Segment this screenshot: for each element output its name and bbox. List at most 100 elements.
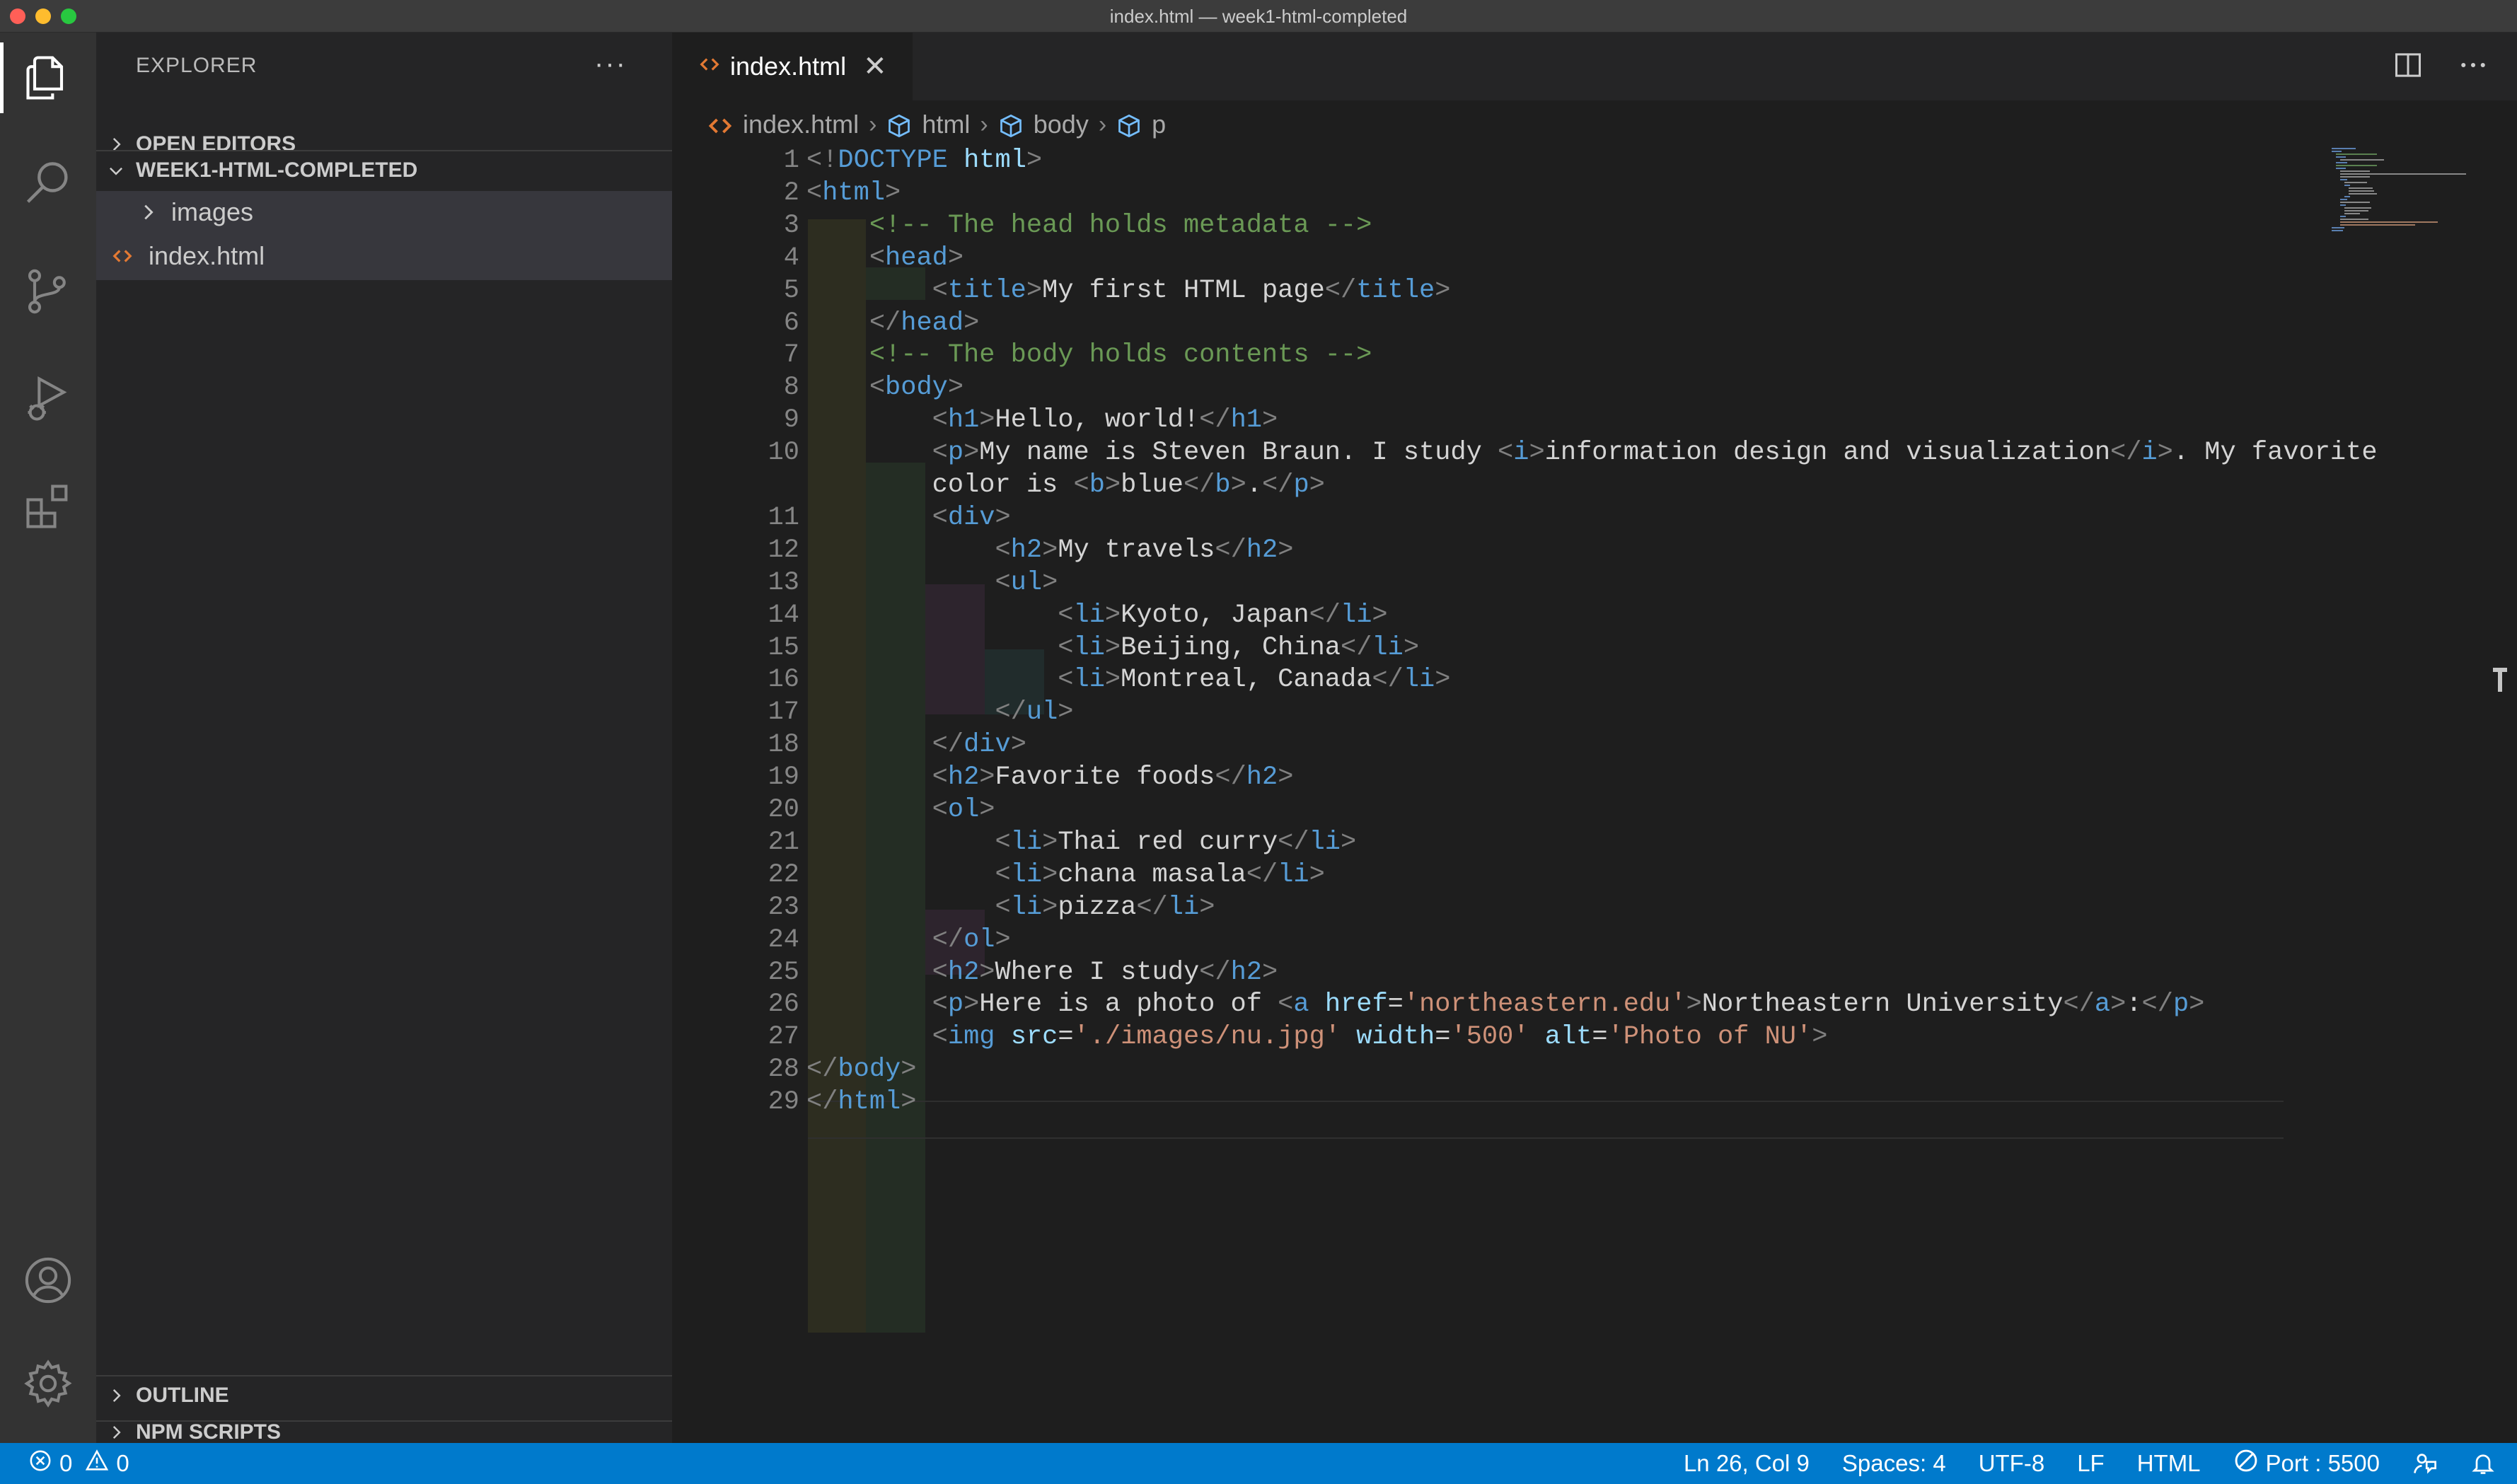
code-token: p <box>947 990 964 1020</box>
extensions-icon[interactable] <box>0 464 96 549</box>
code-token: < <box>1058 600 1074 630</box>
split-editor-icon[interactable] <box>2392 50 2424 84</box>
code-token: > <box>1026 146 1043 175</box>
line-number: 25 <box>768 957 799 987</box>
line-number: 4 <box>783 243 799 273</box>
code-token: > <box>979 405 995 436</box>
breadcrumb-item-p[interactable]: p <box>1152 110 1166 139</box>
code-token: > <box>2157 438 2173 468</box>
code-token: <!-- The body holds contents --> <box>869 340 1372 371</box>
encoding-setting[interactable]: UTF-8 <box>1979 1450 2045 1477</box>
tree-item-index-html[interactable]: index.html <box>96 235 672 277</box>
language-mode[interactable]: HTML <box>2137 1450 2201 1477</box>
code-token: </ <box>1183 470 1215 500</box>
code-token: > <box>979 957 995 987</box>
explorer-sidebar: EXPLORER ··· OPEN EDITORS WEEK1-HTML-COM… <box>96 33 672 1444</box>
section-workspace[interactable]: WEEK1-HTML-COMPLETED <box>96 150 672 190</box>
code-token: < <box>932 275 948 306</box>
explorer-icon[interactable] <box>0 35 96 120</box>
line-number: 2 <box>783 178 799 208</box>
account-icon[interactable] <box>0 1238 96 1323</box>
code-token: > <box>1042 892 1058 922</box>
code-token: 'Photo of NU' <box>1607 1022 1812 1053</box>
more-actions-icon[interactable] <box>2458 50 2489 84</box>
code-token: div <box>947 502 995 533</box>
code-token: Here is a photo of <box>979 990 1278 1020</box>
code-token: </ <box>1199 957 1231 987</box>
code-token: < <box>932 795 948 825</box>
feedback-icon[interactable] <box>2412 1451 2438 1476</box>
breadcrumb-item-html[interactable]: html <box>922 110 970 139</box>
settings-gear-icon[interactable] <box>0 1341 96 1426</box>
code-token: > <box>1435 665 1451 695</box>
line-number: 19 <box>768 763 799 793</box>
tree-item-images-folder[interactable]: images <box>96 191 672 233</box>
code-token: > <box>979 795 995 825</box>
section-npm-scripts[interactable]: NPM SCRIPTS <box>96 1420 672 1444</box>
line-number: 5 <box>783 275 799 306</box>
code-token: pizza <box>1058 892 1137 922</box>
code-token: > <box>1042 827 1058 857</box>
code-token: > <box>1104 665 1121 695</box>
end-of-line-setting[interactable]: LF <box>2077 1450 2105 1477</box>
code-token: </ <box>1278 827 1309 857</box>
tab-index-html[interactable]: index.html ✕ <box>672 33 913 100</box>
code-line: <h2>Where I study</h2> <box>806 958 1278 987</box>
code-token: > <box>1104 600 1121 630</box>
code-token: head <box>885 243 948 273</box>
code-token: alt <box>1544 1022 1592 1053</box>
code-token: > <box>1372 600 1388 630</box>
line-number: 12 <box>768 535 799 565</box>
notifications-bell-icon[interactable] <box>2470 1451 2496 1476</box>
code-token: Hello, world! <box>995 405 1200 436</box>
breadcrumb-item-body[interactable]: body <box>1034 110 1089 139</box>
title-bar: index.html — week1-html-completed <box>0 0 2517 33</box>
code-line: <li>Thai red curry</li> <box>806 828 1356 857</box>
code-token: </ <box>2141 990 2173 1020</box>
live-server-port[interactable]: Port : 5500 <box>2233 1448 2380 1479</box>
code-token: href <box>1324 990 1388 1020</box>
code-token: < <box>995 567 1011 598</box>
code-token: li <box>1073 632 1105 663</box>
run-debug-icon[interactable] <box>0 356 96 441</box>
code-token: img <box>947 1022 995 1053</box>
code-token: > <box>1529 438 1545 468</box>
minimap[interactable] <box>2327 146 2469 238</box>
indentation-setting[interactable]: Spaces: 4 <box>1842 1450 1946 1477</box>
problems-indicator[interactable]: 0 0 <box>28 1443 129 1484</box>
code-token: h1 <box>1230 405 1262 436</box>
code-token: < <box>932 957 948 987</box>
scrollbar-cursor-marker <box>2493 668 2507 692</box>
line-number: 6 <box>783 308 799 338</box>
more-actions-button[interactable]: ··· <box>594 48 627 80</box>
section-label: OUTLINE <box>136 1384 229 1407</box>
code-token: < <box>932 438 948 468</box>
code-token: </ <box>2063 990 2095 1020</box>
line-number: 16 <box>768 665 799 695</box>
code-token: h2 <box>1230 957 1262 987</box>
code-editor[interactable]: 1 2 3 4 5 6 7 8 9 10 11 12 13 14 15 16 17 18 19 20 21 22 23 24 2… <box>672 146 2378 1443</box>
cursor-position[interactable]: Ln 26, Col 9 <box>1684 1450 1810 1477</box>
line-number: 7 <box>783 340 799 371</box>
close-tab-icon[interactable]: ✕ <box>863 50 887 83</box>
tab-label: index.html <box>730 52 847 81</box>
code-token: < <box>869 373 886 403</box>
code-token: < <box>869 243 886 273</box>
code-token: li <box>1010 892 1043 922</box>
code-line: <body> <box>806 373 964 402</box>
code-token: i <box>2141 438 2158 468</box>
current-line-highlight <box>808 1101 2284 1139</box>
source-control-icon[interactable] <box>0 249 96 334</box>
broadcast-off-icon <box>2233 1448 2259 1479</box>
code-token: My name is Steven Braun. I study <box>979 438 1498 468</box>
breadcrumb-item-file[interactable]: index.html <box>743 110 859 139</box>
code-token: </ <box>995 697 1026 728</box>
search-icon[interactable] <box>0 141 96 226</box>
section-outline[interactable]: OUTLINE <box>96 1375 672 1415</box>
